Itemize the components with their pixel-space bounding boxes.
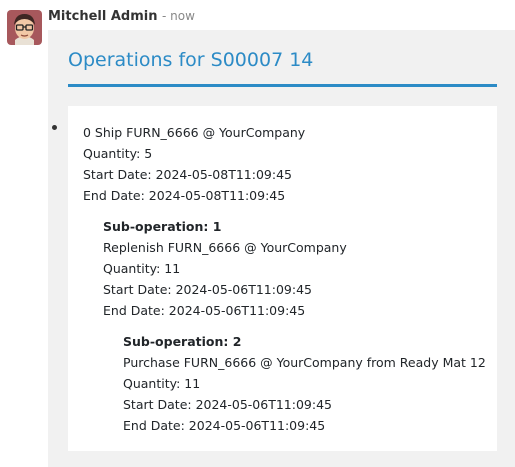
sub-operation-name: Purchase FURN_6666 @ YourCompany from Re… bbox=[123, 355, 486, 370]
operation-name: 0 Ship FURN_6666 @ YourCompany bbox=[83, 125, 306, 140]
operation-quantity: Quantity: 5 bbox=[83, 146, 153, 161]
title-underline bbox=[68, 84, 497, 87]
operation-start-date: Start Date: 2024-05-08T11:09:45 bbox=[83, 167, 292, 182]
sub-operation-heading: Sub-operation: 1 bbox=[103, 219, 222, 234]
message-time: - now bbox=[161, 9, 195, 23]
sub-operation-name: Replenish FURN_6666 @ YourCompany bbox=[103, 240, 347, 255]
avatar-face-icon bbox=[7, 10, 42, 45]
avatar[interactable] bbox=[7, 10, 42, 45]
page-title: Operations for S00007 14 bbox=[68, 49, 314, 71]
sub-operation-start-date: Start Date: 2024-05-06T11:09:45 bbox=[103, 282, 312, 297]
author-name[interactable]: Mitchell Admin bbox=[48, 9, 157, 24]
sub-operation-end-date: End Date: 2024-05-06T11:09:45 bbox=[123, 418, 326, 433]
sub-operation-1: Sub-operation: 1 Replenish FURN_6666 @ Y… bbox=[103, 216, 486, 436]
list-bullet bbox=[52, 125, 57, 130]
sub-operation-quantity: Quantity: 11 bbox=[123, 376, 201, 391]
sub-operation-start-date: Start Date: 2024-05-06T11:09:45 bbox=[123, 397, 332, 412]
sub-operation-2: Sub-operation: 2 Purchase FURN_6666 @ Yo… bbox=[123, 331, 486, 436]
sub-operation-quantity: Quantity: 11 bbox=[103, 261, 181, 276]
operation-end-date: End Date: 2024-05-08T11:09:45 bbox=[83, 188, 286, 203]
operation-list: 0 Ship FURN_6666 @ YourCompany Quantity:… bbox=[83, 122, 486, 436]
message-header: Mitchell Admin - now bbox=[48, 9, 195, 24]
sub-operation-end-date: End Date: 2024-05-06T11:09:45 bbox=[103, 303, 306, 318]
operations-card: 0 Ship FURN_6666 @ YourCompany Quantity:… bbox=[68, 106, 497, 451]
message-body: Operations for S00007 14 0 Ship FURN_666… bbox=[48, 30, 515, 467]
chatter-message: Mitchell Admin - now Operations for S000… bbox=[0, 0, 515, 467]
sub-operation-heading: Sub-operation: 2 bbox=[123, 334, 242, 349]
